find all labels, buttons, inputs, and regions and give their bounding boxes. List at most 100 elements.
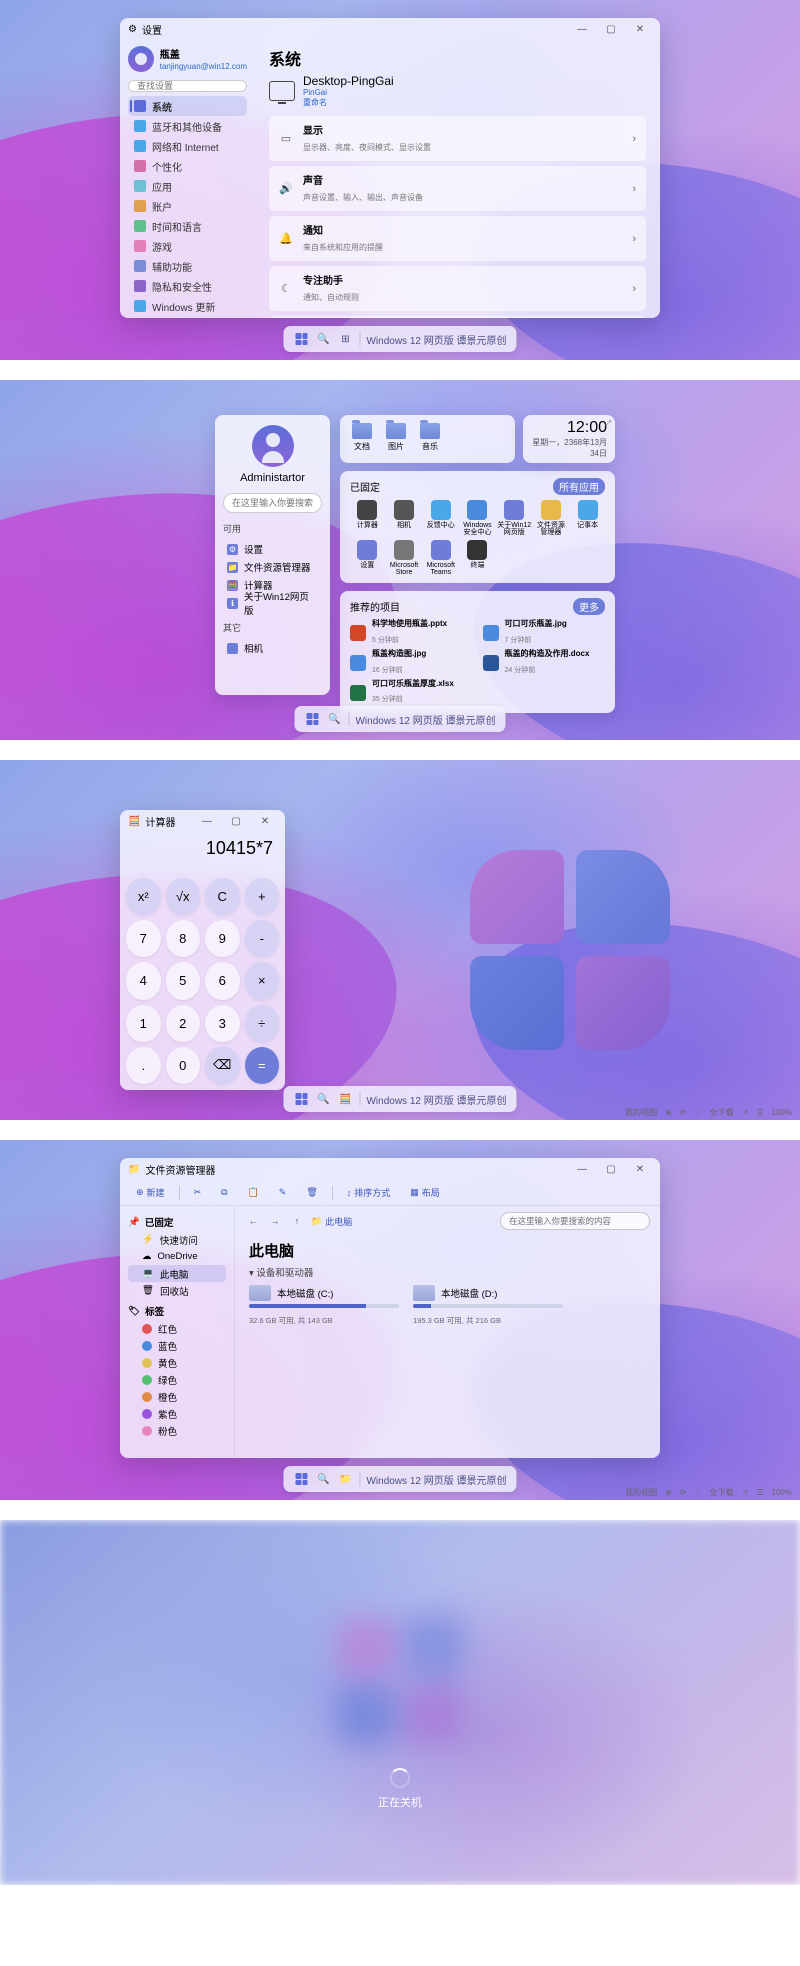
tool-icon[interactable]: ⊕ [665,1488,672,1497]
calc-key-5[interactable]: 5 [166,962,201,999]
pinned-app[interactable]: 设置 [350,540,385,576]
folder-shortcut[interactable]: 文档 [352,423,372,455]
sidebar-item-3[interactable]: 个性化 [128,156,247,176]
tag-item[interactable]: 橙色 [128,1388,226,1405]
search-input[interactable] [128,80,247,92]
sidebar-item-4[interactable]: 应用 [128,176,247,196]
copy-icon[interactable]: ⧉ [215,1185,233,1200]
more-button[interactable]: 更多 [573,598,605,615]
calc-key-×[interactable]: × [245,962,280,999]
pinned-app[interactable]: Microsoft Store [387,540,422,576]
avatar-icon[interactable] [252,425,294,467]
sidebar-item-5[interactable]: 账户 [128,196,247,216]
task-view-icon[interactable]: ⊞ [337,331,353,347]
recommended-item[interactable]: 瓶盖的构造及作用.docx24 分钟前 [483,650,606,677]
section-drives[interactable]: ▾ 设备和驱动器 [249,1265,646,1279]
cut-icon[interactable]: ✂ [188,1185,208,1200]
search-icon[interactable]: 🔍 [326,711,342,727]
calc-key-÷[interactable]: ÷ [245,1005,280,1042]
maximize-button[interactable]: ▢ [224,812,248,830]
calc-key-⌫[interactable]: ⌫ [205,1047,240,1084]
tag-item[interactable]: 红色 [128,1320,226,1337]
calc-key-2[interactable]: 2 [166,1005,201,1042]
back-button[interactable]: ← [245,1216,261,1226]
tag-item[interactable]: 粉色 [128,1422,226,1439]
recommended-item[interactable]: 可口可乐瓶盖.jpg7 分钟前 [483,620,606,647]
maximize-button[interactable]: ▢ [599,20,623,38]
maximize-button[interactable]: ▢ [599,1160,623,1178]
tag-item[interactable]: 绿色 [128,1371,226,1388]
calculator-task-icon[interactable]: 🧮 [337,1091,353,1107]
sidebar-item[interactable]: 💻此电脑 [128,1265,226,1282]
search-input[interactable] [500,1212,650,1230]
setting-card-4[interactable]: 🔌电源睡眠、电池使用情况、节电模式› [269,316,646,318]
tool-icon[interactable]: ☰ [756,1488,763,1497]
calc-key-.[interactable]: . [126,1047,161,1084]
calc-key--[interactable]: - [245,920,280,957]
paste-icon[interactable]: 📋 [242,1185,265,1200]
tool-icon[interactable]: ♡ [694,1488,701,1497]
my-view[interactable]: 我的视图 [625,1107,657,1118]
sidebar-item-6[interactable]: 时间和语言 [128,216,247,236]
minimize-button[interactable]: ― [570,20,594,38]
tag-item[interactable]: 黄色 [128,1354,226,1371]
rename-icon[interactable]: ✎ [273,1185,293,1200]
setting-card-3[interactable]: ☾专注助手通知、自动规则› [269,266,646,311]
calc-key-7[interactable]: 7 [126,920,161,957]
pinned-app[interactable]: Windows 安全中心 [460,500,495,536]
tool-icon[interactable]: ♡ [694,1108,701,1117]
my-view[interactable]: 我的视图 [625,1487,657,1498]
search-icon[interactable]: 🔍 [315,1091,331,1107]
recommended-item[interactable]: 科学地使用瓶盖.pptx5 分钟前 [350,620,473,647]
sidebar-item[interactable]: 🗑回收站 [128,1282,226,1299]
all-apps-button[interactable]: 所有应用 [553,478,605,495]
zoom-level[interactable]: 100% [772,1488,792,1497]
tool-icon[interactable]: ↗ [742,1108,749,1117]
pinned-app[interactable]: Microsoft Teams [423,540,458,576]
calc-key-x²[interactable]: x² [126,878,161,915]
pinned-app[interactable]: 计算器 [350,500,385,536]
search-icon[interactable]: 🔍 [315,1471,331,1487]
start-button[interactable] [304,711,320,727]
tag-item[interactable]: 紫色 [128,1405,226,1422]
profile[interactable]: 瓶盖 tanjingyuan@win12.com [128,46,247,72]
folder-shortcut[interactable]: 图片 [386,423,406,455]
start-button[interactable] [293,1091,309,1107]
group-tags[interactable]: 🏷标签 [128,1304,226,1318]
start-button[interactable] [293,1471,309,1487]
pinned-app[interactable]: 终端 [460,540,495,576]
pinned-app[interactable]: 相机 [387,500,422,536]
download-all[interactable]: 全下载 [710,1107,734,1118]
sidebar-item-0[interactable]: 系统 [128,96,247,116]
sidebar-item[interactable]: ☁OneDrive [128,1248,226,1265]
pinned-app[interactable]: 反馈中心 [423,500,458,536]
close-button[interactable]: ✕ [628,20,652,38]
calc-key-√x[interactable]: √x [166,878,201,915]
forward-button[interactable]: → [267,1216,283,1226]
start-button[interactable] [293,331,309,347]
layout-button[interactable]: ▦布局 [404,1184,446,1201]
calc-key-=[interactable]: = [245,1047,280,1084]
close-button[interactable]: ✕ [628,1160,652,1178]
tool-icon[interactable]: ☰ [756,1108,763,1117]
rename-link[interactable]: 重命名 [303,97,394,108]
start-item[interactable]: ℹ关于Win12网页版 [223,594,322,612]
up-button[interactable]: ↑ [289,1216,305,1226]
drive[interactable]: 本地磁盘 (C:)32.6 GB 可用, 共 143 GB [249,1285,399,1328]
tool-icon[interactable]: ↗ [742,1488,749,1497]
minimize-button[interactable]: ― [195,812,219,830]
expand-icon[interactable]: ⤢ [605,419,611,429]
search-input[interactable] [223,493,322,513]
download-all[interactable]: 全下载 [710,1487,734,1498]
pinned-app[interactable]: 关于Win12网页版 [497,500,532,536]
breadcrumb[interactable]: 📁 此电脑 [311,1215,352,1228]
tool-icon[interactable]: ⟳ [680,1108,687,1117]
recommended-item[interactable]: 瓶盖构造图.jpg16 分钟前 [350,650,473,677]
sidebar-item-8[interactable]: 辅助功能 [128,256,247,276]
calc-key-3[interactable]: 3 [205,1005,240,1042]
pinned-app[interactable]: 文件资源管理器 [534,500,569,536]
sidebar-item[interactable]: ⚡快速访问 [128,1231,226,1248]
start-item[interactable]: 📁文件资源管理器 [223,558,322,576]
delete-icon[interactable]: 🗑 [300,1185,323,1200]
setting-card-2[interactable]: 🔔通知来自系统和应用的提醒› [269,216,646,261]
